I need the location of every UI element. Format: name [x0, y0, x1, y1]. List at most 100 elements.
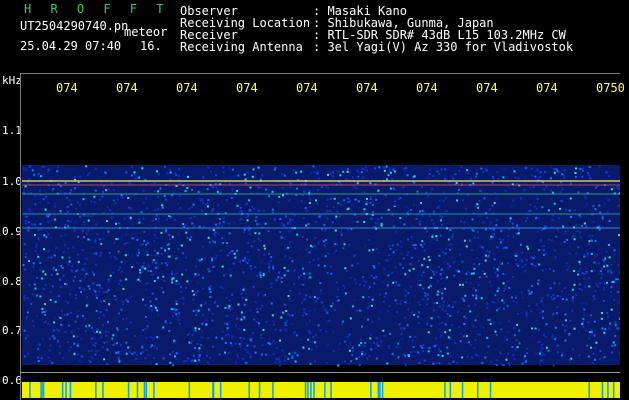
- noise-speck: [233, 252, 236, 255]
- noise-speck: [126, 242, 129, 244]
- noise-speck: [284, 329, 287, 332]
- noise-speck: [176, 316, 179, 319]
- noise-speck: [595, 186, 597, 189]
- noise-speck: [169, 171, 172, 174]
- noise-speck: [175, 352, 178, 355]
- noise-speck: [198, 225, 201, 228]
- noise-speck: [407, 238, 409, 241]
- noise-speck: [43, 234, 46, 237]
- noise-speck: [198, 327, 201, 330]
- noise-speck: [115, 298, 118, 301]
- noise-speck: [475, 205, 478, 208]
- noise-speck: [393, 203, 396, 206]
- noise-speck: [383, 169, 386, 172]
- noise-speck: [577, 273, 580, 276]
- noise-speck: [483, 197, 486, 200]
- noise-speck: [44, 313, 46, 316]
- noise-speck: [579, 267, 582, 270]
- noise-speck: [187, 332, 190, 335]
- noise-speck: [60, 323, 63, 326]
- noise-speck: [426, 293, 429, 296]
- noise-speck: [190, 359, 193, 362]
- noise-speck: [99, 311, 102, 314]
- noise-speck: [206, 188, 209, 191]
- noise-speck: [123, 217, 126, 220]
- noise-speck: [512, 236, 515, 239]
- noise-speck: [202, 176, 205, 179]
- noise-speck: [448, 363, 451, 365]
- noise-speck: [446, 352, 449, 355]
- noise-speck: [209, 291, 212, 293]
- noise-speck: [234, 361, 237, 364]
- noise-speck: [612, 186, 615, 189]
- noise-speck: [553, 171, 556, 174]
- noise-speck: [85, 203, 88, 206]
- noise-speck: [592, 299, 595, 302]
- noise-speck: [285, 215, 288, 218]
- noise-speck: [586, 251, 589, 254]
- noise-speck: [377, 218, 380, 221]
- noise-speck: [433, 210, 436, 213]
- noise-speck: [112, 199, 115, 202]
- noise-speck: [117, 268, 120, 271]
- noise-speck: [564, 329, 567, 332]
- noise-speck: [324, 308, 327, 311]
- noise-speck: [92, 329, 95, 332]
- datetime: 25.04.29 07:40: [20, 39, 122, 53]
- noise-speck: [291, 356, 294, 359]
- noise-speck: [64, 331, 67, 333]
- noise-speck: [28, 210, 31, 213]
- noise-speck: [287, 357, 290, 360]
- noise-speck: [363, 221, 366, 223]
- noise-speck: [52, 329, 55, 332]
- noise-speck: [603, 265, 606, 268]
- noise-speck: [77, 327, 80, 330]
- noise-speck: [300, 200, 303, 202]
- noise-speck: [581, 321, 584, 324]
- noise-speck: [411, 311, 413, 314]
- noise-speck: [70, 269, 73, 271]
- noise-speck: [435, 337, 437, 340]
- noise-speck: [119, 279, 122, 282]
- noise-speck: [121, 349, 124, 352]
- noise-speck: [69, 293, 72, 296]
- noise-speck: [163, 279, 166, 282]
- noise-speck: [291, 314, 294, 317]
- noise-speck: [333, 197, 336, 200]
- noise-speck: [588, 285, 591, 288]
- noise-speck: [418, 362, 421, 364]
- strip-gap: [330, 382, 332, 398]
- noise-speck: [259, 240, 262, 242]
- noise-speck: [94, 290, 97, 293]
- noise-speck: [590, 270, 593, 273]
- noise-speck: [490, 284, 493, 287]
- noise-speck: [105, 189, 107, 192]
- noise-speck: [473, 236, 476, 239]
- noise-speck: [174, 355, 177, 358]
- noise-speck: [177, 312, 180, 315]
- noise-speck: [273, 219, 276, 222]
- noise-speck: [257, 186, 260, 189]
- noise-speck: [588, 276, 591, 279]
- noise-speck: [561, 354, 564, 357]
- noise-speck: [66, 206, 69, 209]
- noise-speck: [522, 361, 525, 364]
- noise-speck: [542, 253, 545, 256]
- noise-speck: [502, 176, 505, 179]
- noise-speck: [518, 329, 521, 332]
- noise-speck: [308, 272, 311, 275]
- noise-speck: [588, 334, 591, 337]
- noise-speck: [164, 230, 167, 233]
- noise-speck: [198, 354, 201, 357]
- noise-speck: [496, 364, 499, 367]
- noise-speck: [303, 272, 305, 275]
- noise-speck: [74, 320, 77, 323]
- noise-speck: [561, 298, 564, 300]
- noise-speck: [317, 241, 320, 244]
- noise-speck: [47, 250, 50, 253]
- noise-speck: [466, 169, 469, 172]
- noise-speck: [303, 308, 306, 310]
- noise-speck: [571, 309, 574, 312]
- noise-speck: [323, 265, 326, 267]
- noise-speck: [344, 287, 346, 289]
